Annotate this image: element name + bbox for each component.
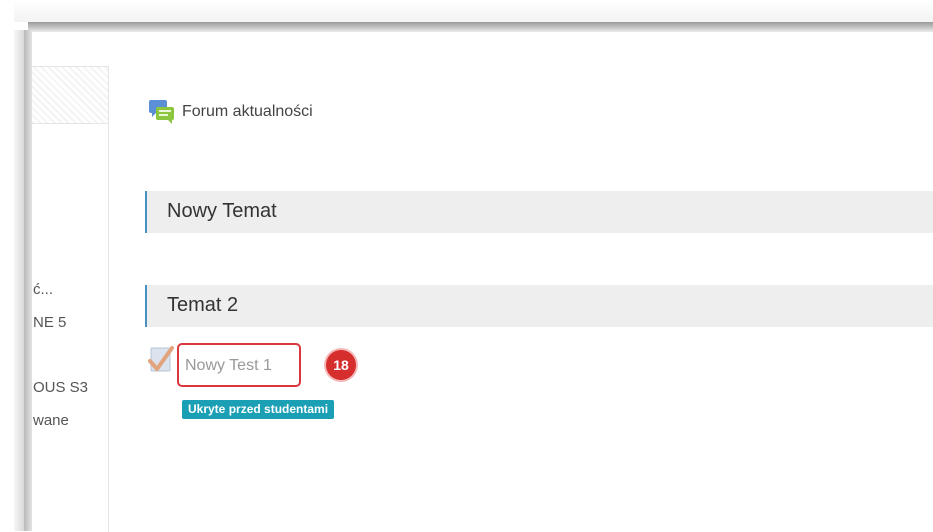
sidebar-header	[32, 67, 108, 124]
step-number-badge: 18	[326, 350, 356, 380]
activity-row	[148, 344, 180, 374]
hidden-from-students-badge: Ukryte przed studentami	[182, 400, 335, 419]
window-left-shadow	[14, 30, 24, 531]
quiz-checkmark-icon	[148, 344, 176, 374]
window-left-border	[24, 30, 32, 531]
section-temat-2: Temat 2	[145, 285, 933, 327]
forum-link-label: Forum aktualności	[182, 103, 313, 120]
forum-link[interactable]: Forum aktualności	[148, 98, 313, 126]
forum-chat-icon	[148, 98, 176, 126]
section-title: Temat 2	[167, 294, 239, 316]
course-sidebar	[32, 66, 109, 532]
sidebar-item-4[interactable]: wane	[33, 412, 69, 429]
section-nowy-temat: Nowy Temat	[145, 191, 933, 233]
sidebar-item-1[interactable]: ć...	[33, 281, 53, 298]
quiz-activity-link[interactable]: Nowy Test 1	[177, 343, 301, 387]
section-title: Nowy Temat	[167, 200, 277, 222]
window-top-shadow	[14, 0, 933, 22]
sidebar-item-3[interactable]: OUS S3	[33, 379, 88, 396]
sidebar-item-2[interactable]: NE 5	[33, 314, 66, 331]
window-top-border	[28, 22, 933, 32]
